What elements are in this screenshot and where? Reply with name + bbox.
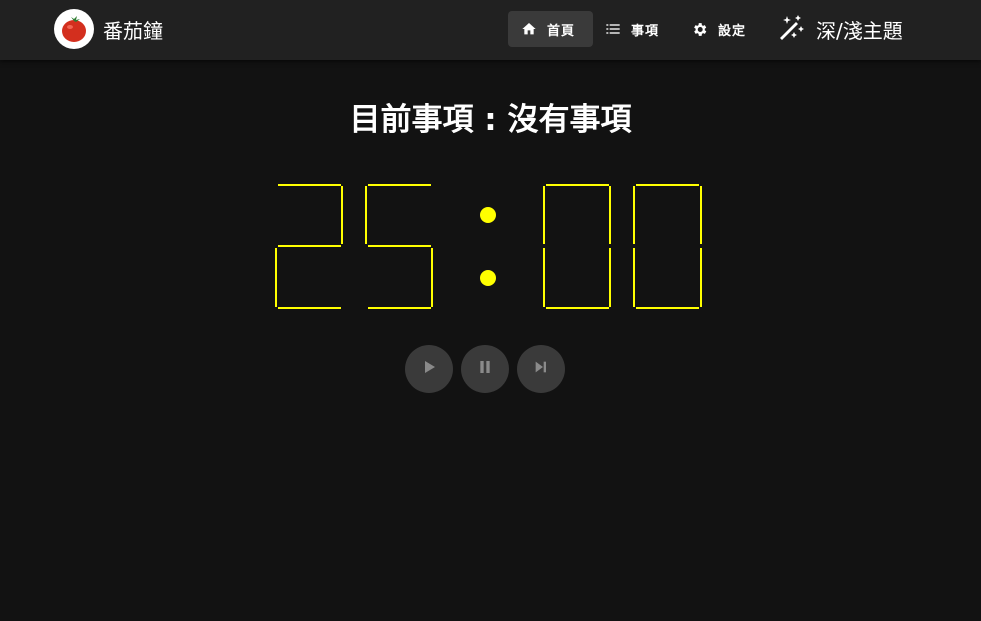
timer-segment xyxy=(700,248,702,307)
timer-segment xyxy=(365,186,367,244)
play-icon xyxy=(421,359,437,379)
brand[interactable]: 番茄鐘 xyxy=(54,9,163,49)
timer-colon-dot xyxy=(480,270,496,286)
current-task-title: 目前事項 : 沒有事項 xyxy=(349,102,632,138)
nav-item-label: 設定 xyxy=(718,23,747,39)
timer-segment xyxy=(275,248,277,307)
theme-toggle-button[interactable]: 深/淺主題 xyxy=(776,10,903,48)
list-icon xyxy=(605,21,621,37)
timer-segment xyxy=(609,248,611,307)
timer-segment xyxy=(278,307,341,309)
gear-icon xyxy=(691,21,708,38)
timer-segment xyxy=(543,248,545,307)
play-button[interactable] xyxy=(405,345,453,393)
nav-item-settings[interactable]: 設定 xyxy=(691,11,746,47)
pause-icon xyxy=(477,359,493,379)
nav-item-label: 事項 xyxy=(631,23,660,39)
nav-item-tasks[interactable]: 事項 xyxy=(605,11,659,47)
timer-colon-dot xyxy=(480,207,496,223)
timer-segment xyxy=(341,186,343,244)
timer-segment xyxy=(546,184,609,186)
tomato-icon xyxy=(54,9,94,49)
timer-segment xyxy=(543,186,545,244)
theme-toggle-label: 深/淺主題 xyxy=(816,18,903,43)
theme-toggle-icon xyxy=(776,12,806,47)
timer-segment xyxy=(636,307,699,309)
timer-segment xyxy=(431,248,433,307)
timer-segment xyxy=(368,307,431,309)
nav-item-home[interactable]: 首頁 xyxy=(508,11,593,47)
timer-segment xyxy=(633,248,635,307)
timer-segment xyxy=(278,245,341,247)
timer-segment xyxy=(368,184,431,186)
timer-segment xyxy=(700,186,702,244)
skip-next-button[interactable] xyxy=(517,345,565,393)
timer-segment xyxy=(636,184,699,186)
timer-segment xyxy=(278,184,341,186)
top-navbar: 番茄鐘 首頁 事項 設定 深/淺主題 xyxy=(0,0,981,60)
timer-segment xyxy=(368,245,431,247)
app-title: 番茄鐘 xyxy=(103,18,163,43)
timer-segment xyxy=(609,186,611,244)
pause-button[interactable] xyxy=(461,345,509,393)
home-icon xyxy=(521,21,537,37)
nav-item-label: 首頁 xyxy=(547,23,576,39)
timer-segment xyxy=(546,307,609,309)
timer-segment xyxy=(633,186,635,244)
skip-next-icon xyxy=(533,359,549,379)
